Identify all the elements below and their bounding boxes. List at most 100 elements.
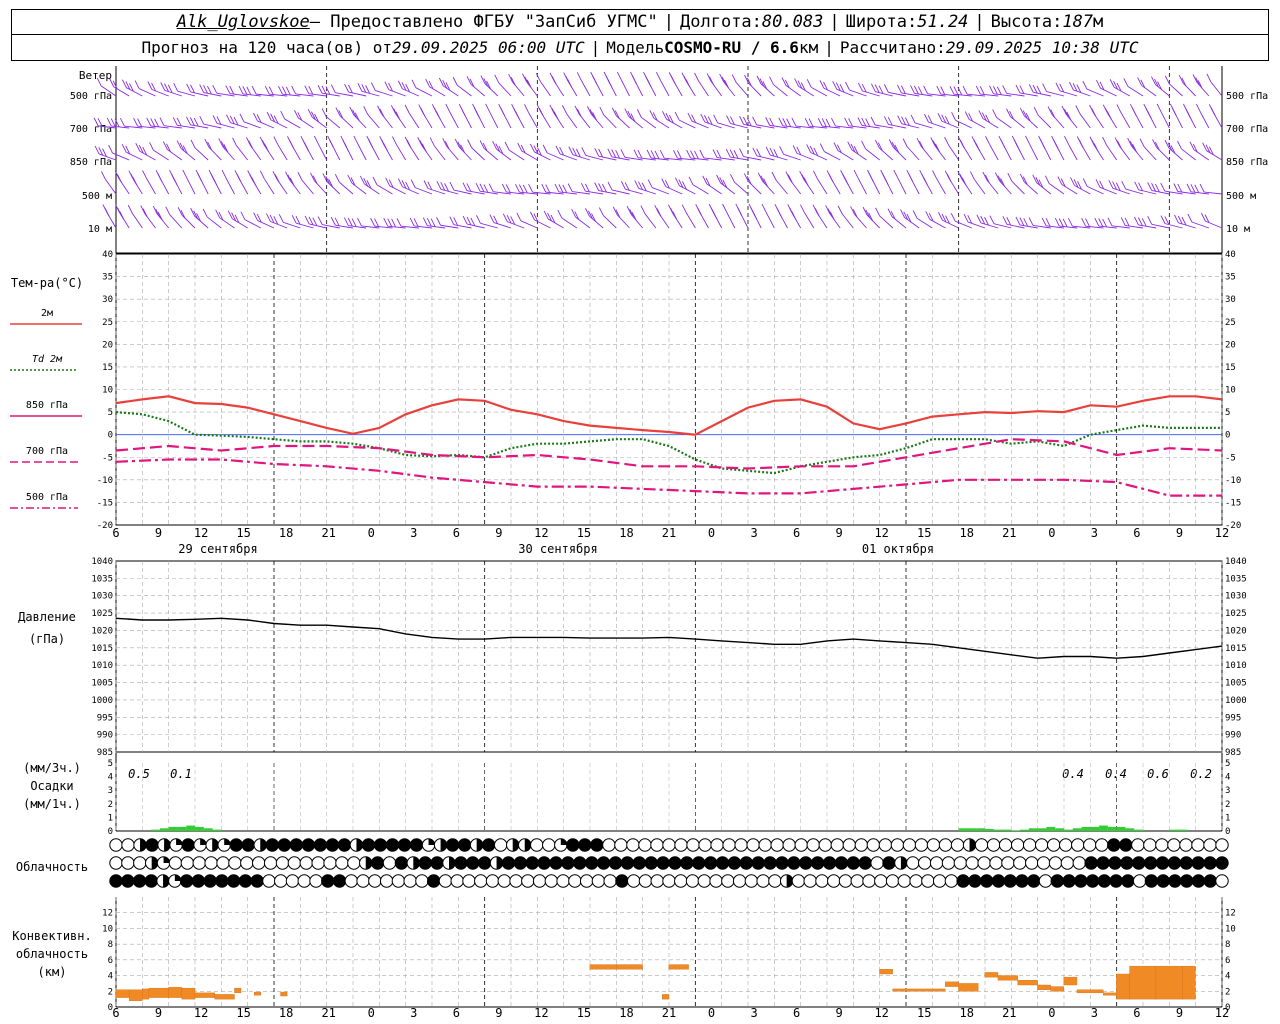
wind-barb-feather: [1000, 139, 1006, 148]
cloud-cover-clear-icon: [356, 874, 370, 888]
cloud-cover-half-fill: [260, 838, 267, 852]
wind-barb-feather: [752, 210, 757, 220]
time-tick-label: 12: [194, 526, 208, 540]
cloud-cover-full-icon: [445, 838, 460, 852]
wind-barb-feather: [426, 217, 432, 227]
cloud-cover-full-icon: [373, 838, 388, 852]
wind-barb-feather: [476, 215, 481, 224]
cloud-cover-full-icon: [501, 856, 516, 870]
wind-barb-feather: [238, 85, 244, 95]
wind-barb-feather: [743, 116, 748, 126]
wind-barb-feather: [1171, 107, 1177, 116]
cloud-cover-full-icon: [1191, 874, 1206, 888]
cloud-cover-clear-icon: [1155, 838, 1169, 852]
pressure-tick-label: 1035: [91, 574, 113, 584]
cloud-cover-full-icon: [1109, 874, 1123, 888]
wind-barb-feather: [868, 173, 874, 182]
wind-barb-feather: [1186, 110, 1192, 120]
wind-barb-feather: [951, 112, 956, 121]
cloud-cover-clear-icon: [121, 856, 135, 870]
wind-barb-feather: [646, 78, 652, 88]
conv-cloud-bar: [148, 987, 169, 998]
wind-barb-feather: [975, 143, 981, 152]
cloud-cover-clear-icon: [299, 856, 313, 870]
wind-level-label-right: 10 м: [1226, 224, 1250, 235]
wind-barb-feather: [404, 104, 410, 114]
wind-barb-feather: [761, 203, 767, 213]
time-tick-label: 0: [708, 1006, 715, 1020]
wind-barb-feather: [1108, 179, 1114, 189]
cloud-cover-clear-icon: [1132, 874, 1147, 888]
wind-barb: [652, 187, 670, 195]
wind-barb-feather: [709, 76, 714, 85]
conv-tick-label: 4: [1225, 972, 1230, 982]
wind-barb-feather: [423, 180, 429, 189]
cloud-cover-clear-icon: [368, 874, 382, 888]
wind-barb-feather: [752, 116, 758, 126]
cloud-cover-half-fill: [524, 838, 531, 852]
cloud-cover-clear-icon: [521, 874, 535, 888]
cloud-cover-full-icon: [703, 856, 718, 870]
wind-barb-feather: [769, 117, 775, 127]
cloud-cover-clear-icon: [897, 874, 912, 888]
cloud-cover-full-icon: [584, 856, 599, 870]
wind-barb-feather: [396, 217, 402, 227]
cloud-cover-clear-icon: [850, 874, 864, 888]
conv-tick-label: 4: [108, 972, 113, 982]
precip-title: Осадки: [30, 779, 73, 793]
cloud-cover-half-fill: [512, 838, 519, 852]
wind-barb-feather: [522, 73, 527, 82]
conv-unit: (км): [38, 965, 67, 979]
wind-barb-feather: [264, 86, 270, 95]
wind-barb: [396, 144, 407, 161]
time-tick-label: 12: [874, 526, 888, 540]
wind-barb-feather: [475, 110, 481, 120]
wind-barb-feather: [706, 73, 712, 82]
wind-barb-feather: [542, 144, 548, 154]
wind-barb-feather: [253, 212, 259, 221]
wind-barb: [339, 181, 354, 195]
cloud-cover-full-icon: [763, 856, 777, 870]
precip-bar: [177, 826, 187, 831]
wind-barb: [194, 147, 209, 161]
time-tick-label: 6: [112, 1006, 119, 1020]
precip-bar: [1090, 826, 1100, 831]
cloud-cover-clear-icon: [744, 874, 759, 888]
wind-barb-feather: [936, 85, 942, 95]
wind-barb: [131, 212, 143, 229]
wind-barb-feather: [700, 113, 706, 123]
wind-barb: [851, 149, 867, 161]
precip-total: 0.6: [1147, 767, 1169, 781]
wind-barb-feather: [594, 147, 600, 157]
wind-barb-feather: [1177, 183, 1183, 193]
cloud-cover-clear-icon: [311, 856, 325, 870]
wind-barb: [325, 116, 341, 129]
cloud-cover-clear-icon: [709, 874, 723, 888]
wind-barb: [1155, 84, 1170, 97]
wind-barb-feather: [806, 79, 812, 88]
wind-barb-feather: [1025, 135, 1030, 145]
wind-barb-feather: [436, 181, 442, 190]
wind-barb-feather: [1155, 183, 1160, 193]
wind-barb-feather: [924, 113, 929, 123]
cloud-cover-clear-icon: [1048, 856, 1063, 870]
conv-tick-label: 10: [1225, 924, 1236, 934]
wind-barb-feather: [1058, 218, 1064, 227]
wind-barb-feather: [391, 218, 397, 228]
cloud-cover-clear-icon: [674, 838, 688, 852]
wind-barb-feather: [225, 85, 231, 94]
wind-barb-feather: [558, 184, 564, 193]
wind-barb-feather: [787, 174, 793, 183]
cloud-cover-full-icon: [466, 856, 480, 870]
wind-barb: [547, 218, 564, 229]
wind-barb-feather: [121, 143, 127, 153]
wind-barb: [169, 214, 183, 229]
wind-barb-feather: [581, 147, 587, 156]
wind-barb-feather: [792, 145, 798, 154]
time-tick-label: 18: [619, 526, 633, 540]
cloud-cover-half-fill: [212, 838, 219, 852]
wind-barb-feather: [467, 139, 473, 148]
legend-label-td2m: Td 2м: [32, 354, 63, 365]
wind-barb: [257, 120, 275, 129]
time-tick-label: 15: [577, 1006, 591, 1020]
